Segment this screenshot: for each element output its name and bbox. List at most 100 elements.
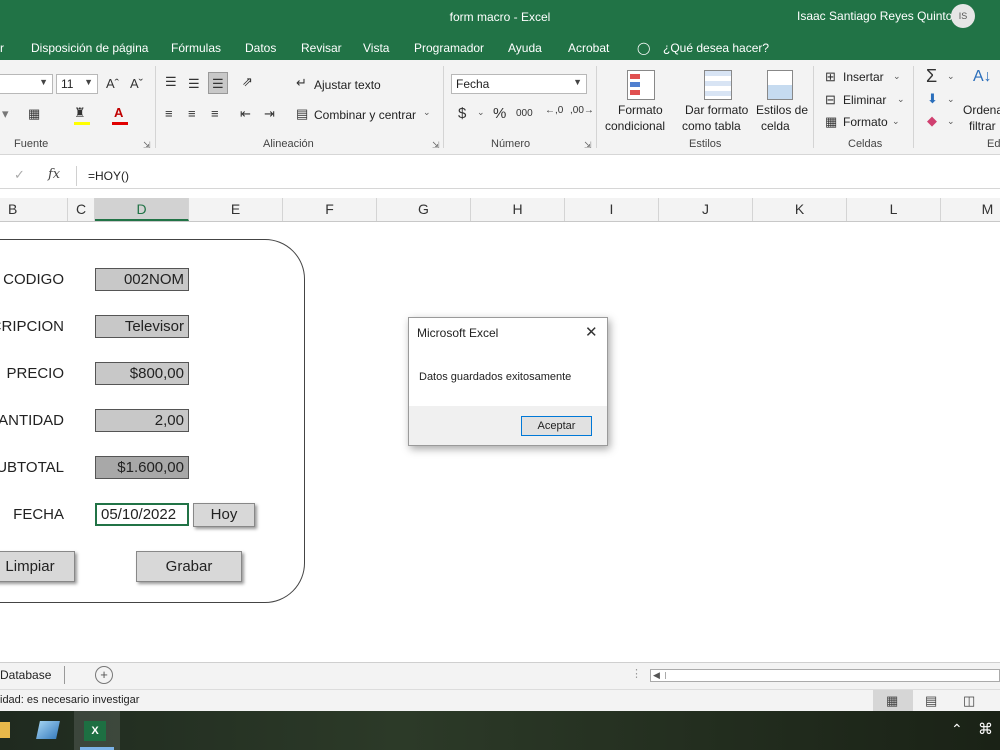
menu-item-formulas[interactable]: Fórmulas — [171, 41, 221, 55]
number-format-combo[interactable]: Fecha ▼ — [451, 74, 587, 94]
add-sheet-icon[interactable]: + — [95, 666, 113, 684]
align-middle-icon[interactable]: ☰ — [188, 76, 200, 92]
menu-item-help[interactable]: Ayuda — [508, 41, 542, 55]
user-name[interactable]: Isaac Santiago Reyes Quinto — [797, 9, 952, 23]
sort-filter-icon[interactable]: A↓ — [973, 68, 992, 86]
chevron-down-icon[interactable]: ▾ — [2, 106, 9, 122]
excel-taskbar-button[interactable]: X — [74, 711, 120, 750]
merge-center-icon[interactable]: ▤ — [296, 106, 308, 122]
descripcion-field[interactable]: Televisor — [95, 315, 189, 338]
chevron-down-icon[interactable]: ⌄ — [893, 71, 901, 82]
eraser-icon[interactable]: ◆ — [927, 113, 937, 129]
dialog-launcher-icon[interactable]: ⇲ — [143, 140, 151, 151]
column-header-c[interactable]: C — [68, 198, 95, 221]
chevron-down-icon[interactable]: ⌄ — [423, 107, 431, 118]
format-table-icon[interactable] — [704, 70, 732, 100]
menu-item-insert[interactable]: r — [0, 41, 4, 55]
fill-color-icon[interactable]: ♜ — [74, 105, 86, 121]
scroll-left-icon[interactable]: ◀ — [653, 670, 660, 681]
horizontal-scrollbar[interactable]: ◀ — [650, 669, 1000, 682]
chevron-down-icon[interactable]: ⌄ — [897, 94, 905, 105]
column-header-b[interactable]: B — [0, 198, 68, 221]
ok-button[interactable]: Aceptar — [521, 416, 592, 436]
column-header-k[interactable]: K — [753, 198, 847, 221]
fecha-field[interactable]: 05/10/2022 — [95, 503, 189, 526]
delete-button[interactable]: Eliminar — [843, 93, 886, 107]
chevron-down-icon[interactable]: ⌄ — [477, 107, 485, 118]
font-size-combo[interactable]: 11 ▼ — [56, 74, 98, 94]
chevron-down-icon[interactable]: ⌄ — [892, 116, 900, 127]
insert-cells-icon[interactable]: ⊞ — [825, 69, 836, 85]
sheet-tab-database[interactable]: Database — [0, 668, 51, 682]
dialog-launcher-icon[interactable]: ⇲ — [584, 140, 592, 151]
percent-button[interactable]: % — [493, 105, 506, 122]
font-name-combo[interactable]: ▼ — [0, 74, 53, 94]
page-layout-icon[interactable]: ▤ — [925, 693, 937, 709]
avatar[interactable]: IS — [951, 4, 975, 28]
increase-font-icon[interactable]: Aˆ — [106, 76, 119, 91]
merge-center-button[interactable]: Combinar y centrar — [314, 108, 416, 122]
decrease-indent-icon[interactable]: ⇤ — [240, 106, 251, 122]
menu-item-review[interactable]: Revisar — [301, 41, 342, 55]
column-header-d[interactable]: D — [95, 198, 189, 221]
fill-down-icon[interactable]: ⬇ — [927, 91, 938, 107]
autosum-icon[interactable]: Σ — [926, 66, 937, 87]
column-header-l[interactable]: L — [847, 198, 941, 221]
font-color-icon[interactable]: A — [114, 105, 123, 120]
cell-styles-line1[interactable]: Estilos de — [756, 103, 808, 117]
format-table-line2[interactable]: como tabla — [682, 119, 741, 133]
delete-cells-icon[interactable]: ⊟ — [825, 92, 836, 108]
column-header-e[interactable]: E — [189, 198, 283, 221]
menu-item-acrobat[interactable]: Acrobat — [568, 41, 609, 55]
insert-function-button[interactable]: fx — [48, 167, 60, 182]
column-header-h[interactable]: H — [471, 198, 565, 221]
sort-filter-line2[interactable]: filtrar — [969, 119, 996, 133]
wrap-text-icon[interactable]: ↵ — [296, 75, 307, 91]
orientation-icon[interactable]: ⇗ — [242, 74, 253, 90]
column-header-g[interactable]: G — [377, 198, 471, 221]
grabar-button[interactable]: Grabar — [136, 551, 242, 582]
wifi-icon[interactable]: ⌘ — [978, 720, 993, 738]
tell-me-search[interactable]: ¿Qué desea hacer? — [663, 41, 769, 55]
conditional-format-line2[interactable]: condicional — [605, 119, 665, 133]
chevron-down-icon[interactable]: ⌄ — [947, 71, 955, 82]
precio-field[interactable]: $800,00 — [95, 362, 189, 385]
close-icon[interactable]: ✕ — [585, 323, 598, 341]
accessibility-status[interactable]: idad: es necesario investigar — [0, 694, 139, 706]
align-left-icon[interactable]: ≡ — [165, 106, 173, 121]
column-header-j[interactable]: J — [659, 198, 753, 221]
increase-decimal-icon[interactable]: ←,0 — [545, 105, 563, 116]
sort-filter-line1[interactable]: Ordena — [963, 103, 1000, 117]
chevron-down-icon[interactable]: ⌄ — [947, 116, 955, 127]
file-explorer-icon[interactable] — [0, 722, 10, 738]
decrease-font-icon[interactable]: Aˇ — [130, 76, 143, 91]
column-header-i[interactable]: I — [565, 198, 659, 221]
conditional-format-line1[interactable]: Formato — [618, 103, 663, 117]
confirm-icon[interactable]: ✓ — [14, 167, 25, 183]
menu-item-page-layout[interactable]: Disposición de página — [31, 41, 148, 55]
borders-icon[interactable]: ▦ — [28, 106, 40, 122]
decrease-decimal-icon[interactable]: ,00→ — [570, 105, 594, 116]
hoy-button[interactable]: Hoy — [193, 503, 255, 527]
chevron-up-icon[interactable]: ⌃ — [951, 721, 963, 738]
align-top-icon[interactable]: ☰ — [165, 74, 177, 90]
increase-indent-icon[interactable]: ⇥ — [264, 106, 275, 122]
align-center-icon[interactable]: ≡ — [188, 106, 196, 121]
thousands-button[interactable]: 000 — [516, 108, 533, 119]
chevron-down-icon[interactable]: ⌄ — [947, 94, 955, 105]
app-icon[interactable] — [36, 721, 60, 739]
cell-styles-line2[interactable]: celda — [761, 119, 790, 133]
dialog-launcher-icon[interactable]: ⇲ — [432, 140, 440, 151]
scrollbar-thumb[interactable] — [665, 672, 996, 679]
menu-item-view[interactable]: Vista — [363, 41, 389, 55]
menu-item-developer[interactable]: Programador — [414, 41, 484, 55]
insert-button[interactable]: Insertar — [843, 70, 884, 84]
conditional-format-icon[interactable] — [627, 70, 655, 100]
formula-input[interactable]: =HOY() — [88, 169, 129, 183]
column-header-m[interactable]: M — [941, 198, 1000, 221]
cell-styles-icon[interactable] — [767, 70, 793, 100]
format-cells-icon[interactable]: ▦ — [825, 114, 837, 130]
tab-splitter-icon[interactable]: ⋮ — [631, 667, 642, 680]
page-break-icon[interactable]: ◫ — [963, 693, 975, 709]
codigo-field[interactable]: 002NOM — [95, 268, 189, 291]
